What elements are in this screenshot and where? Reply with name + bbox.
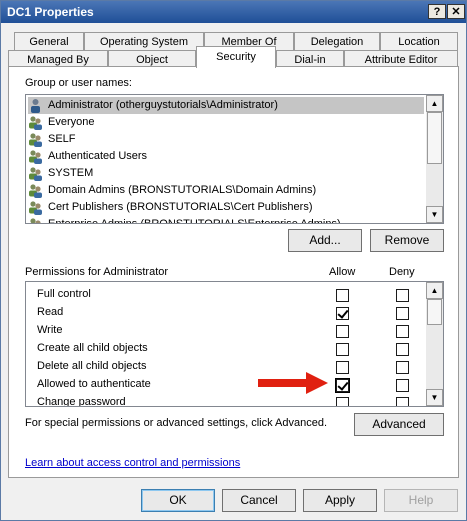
allow-checkbox-create-child[interactable]	[336, 343, 349, 356]
allow-checkbox-write[interactable]	[336, 325, 349, 338]
permission-name: Write	[37, 324, 63, 336]
scroll-down-icon[interactable]: ▼	[426, 389, 443, 406]
allow-checkbox-allowed-to-authenticate[interactable]	[335, 378, 350, 393]
list-item[interactable]: Everyone	[28, 114, 424, 131]
group-label: Group or user names:	[25, 77, 132, 89]
allow-checkbox-delete-child[interactable]	[336, 361, 349, 374]
scroll-down-icon[interactable]: ▼	[426, 206, 443, 223]
help-title-button[interactable]: ?	[428, 4, 446, 19]
allow-checkbox-read[interactable]	[336, 307, 349, 320]
list-item-label: Enterprise Admins (BRONSTUTORIALS\Enterp…	[48, 218, 341, 224]
allow-checkbox-full-control[interactable]	[336, 289, 349, 302]
deny-checkbox-change-password[interactable]	[396, 397, 409, 406]
tab-security[interactable]: Security	[196, 46, 276, 68]
list-item-label: Cert Publishers (BRONSTUTORIALS\Cert Pub…	[48, 201, 313, 213]
tab-general[interactable]: General	[14, 32, 84, 50]
permission-row: Read	[37, 304, 63, 321]
permission-name: Create all child objects	[37, 342, 148, 354]
user-list-scrollbar[interactable]: ▲ ▼	[426, 95, 443, 223]
tab-operating-system[interactable]: Operating System	[84, 32, 204, 50]
group-icon	[29, 150, 42, 164]
ok-button[interactable]: OK	[141, 489, 215, 512]
title-bar[interactable]: DC1 Properties ? ✕	[1, 1, 466, 23]
user-icon	[31, 99, 40, 113]
list-item[interactable]: Enterprise Admins (BRONSTUTORIALS\Enterp…	[28, 216, 424, 224]
list-item-label: SYSTEM	[48, 167, 94, 179]
list-item[interactable]: Authenticated Users	[28, 148, 424, 165]
list-item-label: SELF	[48, 133, 76, 145]
permission-name: Allowed to authenticate	[37, 378, 151, 390]
list-item[interactable]: Domain Admins (BRONSTUTORIALS\Domain Adm…	[28, 182, 424, 199]
list-item-label: Authenticated Users	[48, 150, 148, 162]
permission-row: Full control	[37, 286, 91, 303]
scroll-up-icon[interactable]: ▲	[426, 282, 443, 299]
permission-row: Change password	[37, 394, 126, 407]
group-icon	[29, 167, 42, 181]
permission-name: Read	[37, 306, 64, 318]
tab-delegation[interactable]: Delegation	[294, 32, 380, 50]
properties-dialog: DC1 Properties ? ✕ General Operating Sys…	[0, 0, 467, 521]
permission-name: Full control	[37, 288, 91, 300]
permission-name: Delete all child objects	[37, 360, 147, 372]
cancel-button[interactable]: Cancel	[222, 489, 296, 512]
red-arrow-icon	[258, 372, 328, 394]
security-panel: Group or user names: Administrator (othe…	[8, 66, 459, 478]
special-permissions-text: For special permissions or advanced sett…	[25, 417, 328, 429]
close-button[interactable]: ✕	[447, 4, 465, 19]
permission-row: Create all child objects	[37, 340, 148, 357]
help-button[interactable]: Help	[384, 489, 458, 512]
scroll-up-icon[interactable]: ▲	[426, 95, 443, 112]
permission-name: Change password	[37, 396, 126, 407]
deny-checkbox-allowed-to-authenticate[interactable]	[396, 379, 409, 392]
allow-header: Allow	[329, 266, 356, 278]
list-item[interactable]: Cert Publishers (BRONSTUTORIALS\Cert Pub…	[28, 199, 424, 216]
add-button[interactable]: Add...	[288, 229, 362, 252]
tab-location[interactable]: Location	[380, 32, 458, 50]
window-title: DC1 Properties	[7, 5, 94, 19]
list-item-label: Everyone	[48, 116, 95, 128]
list-item[interactable]: SELF	[28, 131, 424, 148]
group-icon	[30, 218, 41, 223]
deny-checkbox-write[interactable]	[396, 325, 409, 338]
group-icon	[29, 133, 42, 147]
list-item[interactable]: SYSTEM	[28, 165, 424, 182]
permission-row: Allowed to authenticate	[37, 376, 151, 393]
permissions-scrollbar[interactable]: ▲ ▼	[426, 282, 443, 406]
apply-button[interactable]: Apply	[303, 489, 377, 512]
scroll-thumb[interactable]	[427, 112, 442, 164]
list-item-label: Administrator (otherguystutorials\Admini…	[48, 99, 278, 111]
permission-row: Delete all child objects	[37, 358, 146, 375]
deny-header: Deny	[389, 266, 415, 278]
deny-checkbox-read[interactable]	[396, 307, 409, 320]
scroll-thumb[interactable]	[427, 299, 442, 325]
deny-checkbox-full-control[interactable]	[396, 289, 409, 302]
deny-checkbox-create-child[interactable]	[396, 343, 409, 356]
learn-access-control-link[interactable]: Learn about access control and permissio…	[25, 457, 240, 469]
list-item-label: Domain Admins (BRONSTUTORIALS\Domain Adm…	[48, 184, 317, 196]
deny-checkbox-delete-child[interactable]	[396, 361, 409, 374]
user-list[interactable]: Administrator (otherguystutorials\Admini…	[25, 94, 444, 224]
remove-button[interactable]: Remove	[370, 229, 444, 252]
permission-row: Write	[37, 322, 62, 339]
group-icon	[29, 201, 42, 215]
list-item[interactable]: Administrator (otherguystutorials\Admini…	[28, 97, 424, 114]
permissions-title: Permissions for Administrator	[25, 266, 169, 278]
group-icon	[29, 116, 42, 130]
allow-checkbox-change-password[interactable]	[336, 397, 349, 406]
permissions-list: Full control Read Write Create all child…	[25, 281, 444, 407]
advanced-button[interactable]: Advanced	[354, 413, 444, 436]
group-icon	[29, 184, 42, 198]
